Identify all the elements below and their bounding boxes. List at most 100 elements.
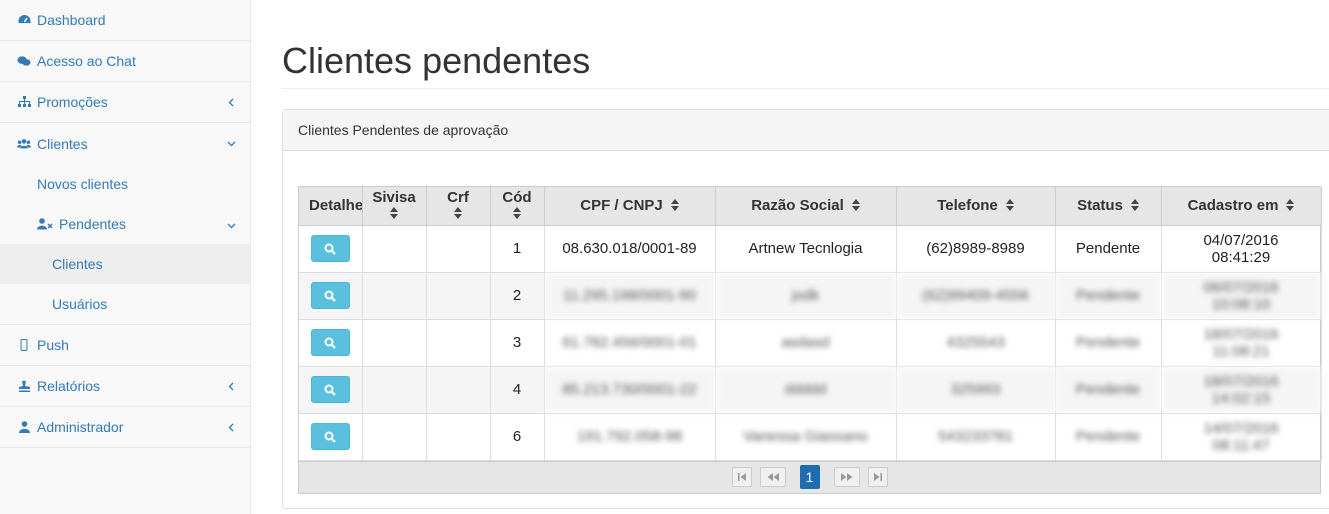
nav-relatorios-label: Relatórios (37, 378, 101, 394)
stamp-icon (17, 379, 31, 393)
first-page-button[interactable] (731, 467, 752, 487)
cell-sivisa (362, 272, 427, 320)
pager: 1 (299, 460, 1320, 493)
col-cadastro-em[interactable]: Cadastro em (1161, 187, 1322, 226)
cell-cod: 4 (490, 366, 545, 414)
col-status[interactable]: Status (1055, 187, 1162, 226)
nav-pendentes-clientes-label: Clientes (52, 256, 103, 272)
nav-dashboard[interactable]: Dashboard (0, 0, 250, 41)
col-razao-social[interactable]: Razão Social (715, 187, 897, 226)
col-detalhe: Detalhe (299, 187, 363, 226)
cell-sivisa (362, 225, 427, 273)
sidebar: Dashboard Acesso ao Chat Promoções Clien… (0, 0, 251, 514)
cadastro-date: 04/07/2016 (1203, 231, 1279, 249)
sort-icon[interactable] (670, 198, 679, 215)
cell-razao: Vanessa Giassano (715, 413, 897, 461)
col-sivisa-label: Sivisa (372, 189, 416, 207)
search-icon (324, 431, 337, 443)
col-cpf-cnpj[interactable]: CPF / CNPJ (544, 187, 716, 226)
cell-sivisa (362, 319, 427, 367)
nav-relatorios[interactable]: Relatórios (0, 366, 250, 407)
user-times-icon (37, 218, 53, 230)
table-row[interactable]: 6 191.792.058-98 Vanessa Giassano 543233… (299, 413, 1322, 461)
sort-icon[interactable] (1005, 198, 1014, 215)
detail-button[interactable] (310, 282, 350, 309)
sort-icon[interactable] (1286, 198, 1295, 215)
cell-status: Pendente (1055, 272, 1162, 320)
sort-icon[interactable] (427, 207, 490, 222)
cell-cadastro: 18/07/2016 14:02:15 (1161, 366, 1322, 414)
prev-page-button[interactable] (759, 467, 786, 487)
cell-cod: 6 (490, 413, 545, 461)
chevron-left-icon (226, 381, 236, 391)
nav-pendentes-clientes[interactable]: Clientes (0, 244, 250, 284)
cell-razao: asdasd (715, 319, 897, 367)
nav-chat[interactable]: Acesso ao Chat (0, 41, 250, 82)
detail-button[interactable] (310, 235, 350, 262)
col-status-label: Status (1077, 196, 1123, 214)
col-cod[interactable]: Cód (490, 187, 545, 226)
cell-cod: 3 (490, 319, 545, 367)
chevron-left-icon (226, 97, 236, 107)
user-icon (17, 420, 31, 434)
nav-promocoes-label: Promoções (37, 94, 108, 110)
col-crf[interactable]: Crf (426, 187, 491, 226)
nav-administrador[interactable]: Administrador (0, 407, 250, 448)
sort-icon[interactable] (491, 207, 544, 222)
sitemap-icon (17, 95, 31, 109)
last-page-button[interactable] (867, 467, 888, 487)
nav-pendentes-label: Pendentes (59, 216, 126, 232)
nav-clientes[interactable]: Clientes (0, 123, 250, 164)
search-icon (324, 243, 337, 255)
cell-telefone: (62)8989-8989 (896, 225, 1056, 273)
cell-cadastro: 18/07/2016 11:08:21 (1161, 319, 1322, 367)
nav-push[interactable]: Push (0, 325, 250, 366)
nav-push-label: Push (37, 337, 69, 353)
col-sivisa[interactable]: Sivisa (362, 187, 427, 226)
col-razao-label: Razão Social (751, 196, 844, 214)
cell-sivisa (362, 366, 427, 414)
search-icon (324, 290, 337, 302)
pending-clients-table: Detalhe Sivisa Crf Cód CPF / CNPJ Razão … (299, 187, 1322, 461)
cell-sivisa (362, 413, 427, 461)
last-page-icon (873, 473, 882, 481)
panel-heading: Clientes Pendentes de aprovação (283, 110, 1329, 151)
cell-telefone: 4325543 (896, 319, 1056, 367)
next-page-button[interactable] (833, 467, 860, 487)
sort-icon[interactable] (851, 198, 860, 215)
sort-icon[interactable] (363, 207, 426, 222)
nav-novos-clientes[interactable]: Novos clientes (0, 164, 250, 204)
cadastro-time: 11:08:21 (1212, 342, 1270, 360)
cell-telefone: 325993 (896, 366, 1056, 414)
cell-cod: 1 (490, 225, 545, 273)
table-row[interactable]: 3 61.782.456/0001-01 asdasd 4325543 Pend… (299, 319, 1322, 367)
nav-pendentes-usuarios[interactable]: Usuários (0, 284, 250, 324)
nav-chat-label: Acesso ao Chat (37, 53, 136, 69)
cell-status: Pendente (1055, 225, 1162, 273)
cell-cadastro: 04/07/2016 08:41:29 (1161, 225, 1322, 273)
cell-detalhe (299, 413, 363, 461)
detail-button[interactable] (310, 376, 350, 403)
users-icon (17, 137, 31, 151)
sort-icon[interactable] (1130, 198, 1139, 215)
col-cadastro-label: Cadastro em (1187, 196, 1279, 214)
next-page-icon (840, 473, 852, 481)
nav-pendentes[interactable]: Pendentes (0, 204, 250, 244)
nav-promocoes[interactable]: Promoções (0, 82, 250, 123)
table-row[interactable]: 2 11.295.198/0001-90 jodk (62)99409-4556… (299, 272, 1322, 320)
cell-status: Pendente (1055, 319, 1162, 367)
nav-dashboard-label: Dashboard (37, 12, 106, 28)
cell-cadastro: 14/07/2016 08:11:47 (1161, 413, 1322, 461)
table-row[interactable]: 4 85.213.730/0001-22 ddddd 325993 Penden… (299, 366, 1322, 414)
detail-button[interactable] (310, 329, 350, 356)
col-cod-label: Cód (502, 189, 532, 207)
dashboard-icon (17, 13, 31, 27)
cadastro-date: 06/07/2016 (1203, 278, 1279, 296)
chevron-left-icon (226, 422, 236, 432)
page-title: Clientes pendentes (282, 40, 591, 81)
detail-button[interactable] (310, 423, 350, 450)
col-telefone[interactable]: Telefone (896, 187, 1056, 226)
nav-clientes-label: Clientes (37, 135, 88, 152)
table-row[interactable]: 1 08.630.018/0001-89 Artnew Tecnlogia (6… (299, 225, 1322, 273)
page-number-current[interactable]: 1 (799, 465, 820, 489)
